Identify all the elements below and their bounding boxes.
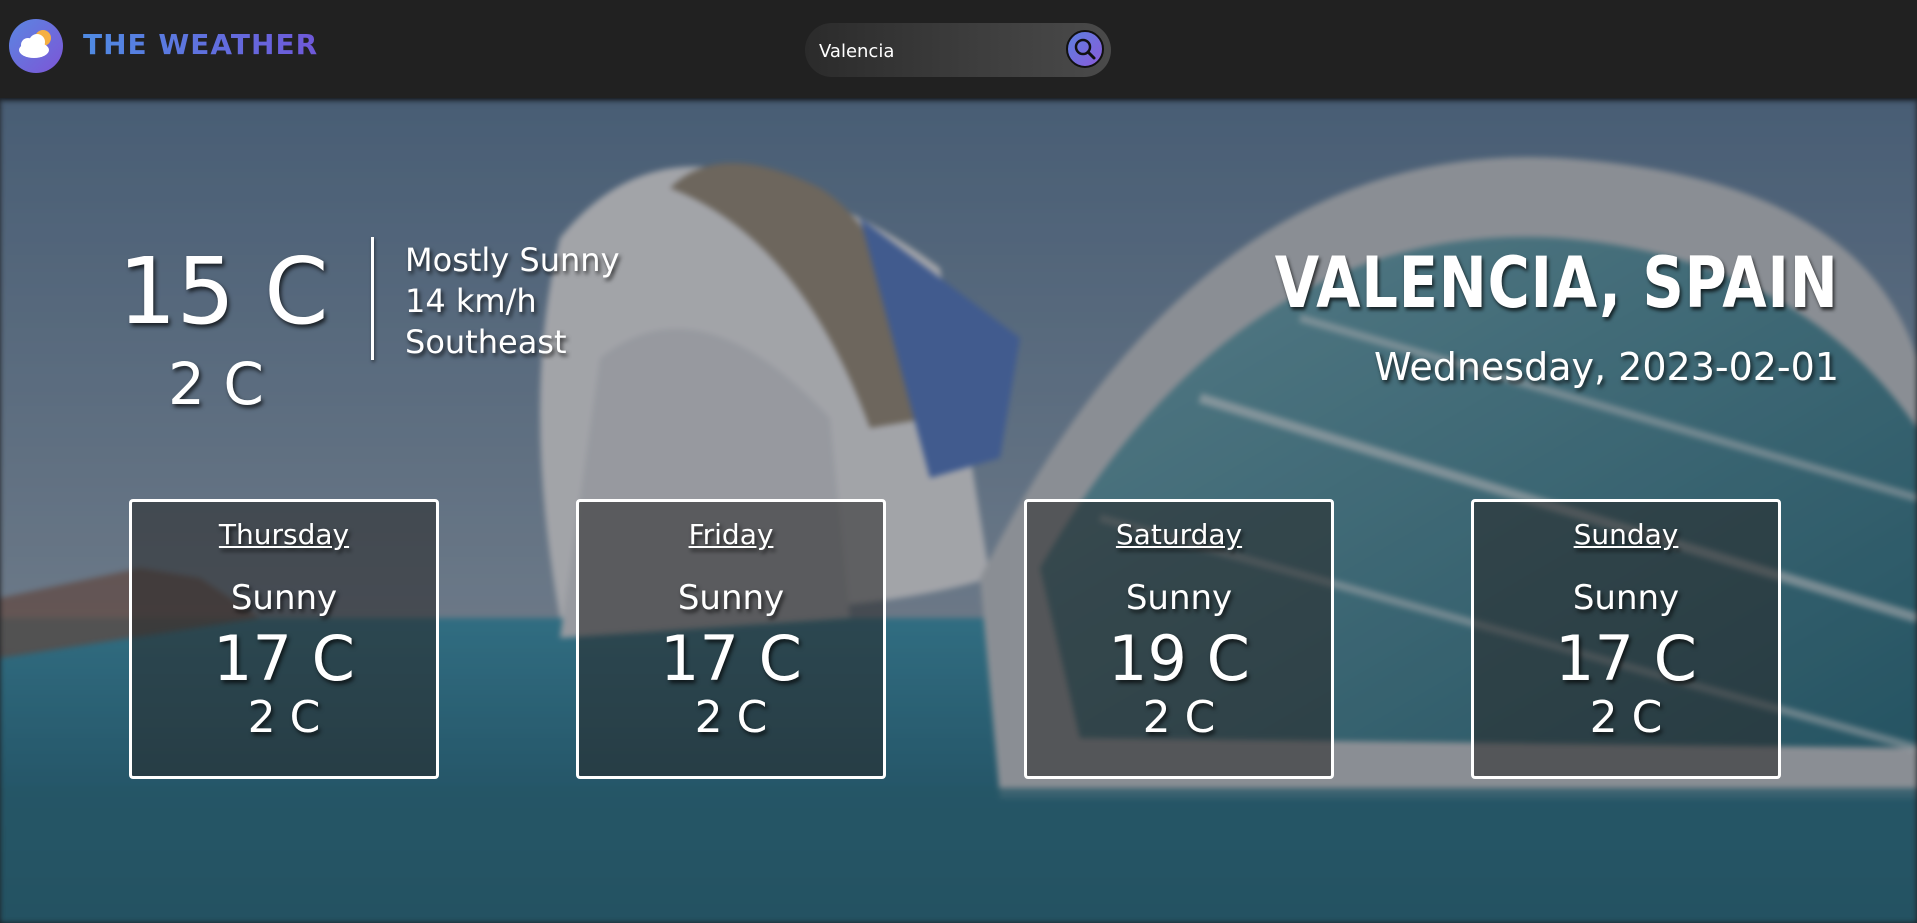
forecast-max-temp: 17 C — [213, 622, 355, 695]
current-min-temperature: 2 C — [168, 350, 264, 418]
search-bar — [805, 23, 1111, 77]
forecast-max-temp: 17 C — [660, 622, 802, 695]
forecast-condition: Sunny — [230, 578, 338, 618]
forecast-card: Thursday Sunny 17 C 2 C — [129, 499, 439, 779]
city-name: Valencia, Spain — [1275, 242, 1839, 324]
cloud-sun-icon[interactable] — [8, 18, 64, 74]
forecast-min-temp: 2 C — [1142, 692, 1216, 743]
forecast-min-temp: 2 C — [694, 692, 768, 743]
forecast-min-temp: 2 C — [247, 692, 321, 743]
top-bar: THE WEATHER — [0, 0, 1917, 98]
app-logo-text[interactable]: THE WEATHER — [83, 28, 318, 61]
forecast-condition: Sunny — [1572, 578, 1680, 618]
current-date: Wednesday, 2023-02-01 — [1374, 345, 1839, 389]
current-temperature: 15 C — [118, 238, 329, 345]
forecast-max-temp: 17 C — [1555, 622, 1697, 695]
search-button[interactable] — [1066, 30, 1104, 68]
forecast-card: Sunday Sunny 17 C 2 C — [1471, 499, 1781, 779]
forecast-min-temp: 2 C — [1589, 692, 1663, 743]
forecast-card: Friday Sunny 17 C 2 C — [576, 499, 886, 779]
forecast-day: Thursday — [218, 518, 350, 551]
wind-speed: 14 km/h — [405, 282, 537, 320]
weather-hero: 15 C 2 C Mostly Sunny 14 km/h Southeast … — [0, 98, 1917, 923]
current-details: Mostly Sunny 14 km/h Southeast — [405, 240, 620, 363]
forecast-max-temp: 19 C — [1108, 622, 1250, 695]
forecast-day: Saturday — [1115, 518, 1243, 551]
divider — [371, 237, 374, 360]
forecast-condition: Sunny — [677, 578, 785, 618]
forecast-condition: Sunny — [1125, 578, 1233, 618]
forecast-card: Saturday Sunny 19 C 2 C — [1024, 499, 1334, 779]
search-input[interactable] — [817, 35, 1051, 67]
forecast-day: Friday — [688, 518, 774, 551]
forecast-day: Sunday — [1573, 518, 1679, 551]
search-icon — [1074, 38, 1096, 60]
wind-direction: Southeast — [405, 323, 567, 361]
current-condition: Mostly Sunny — [405, 241, 620, 279]
